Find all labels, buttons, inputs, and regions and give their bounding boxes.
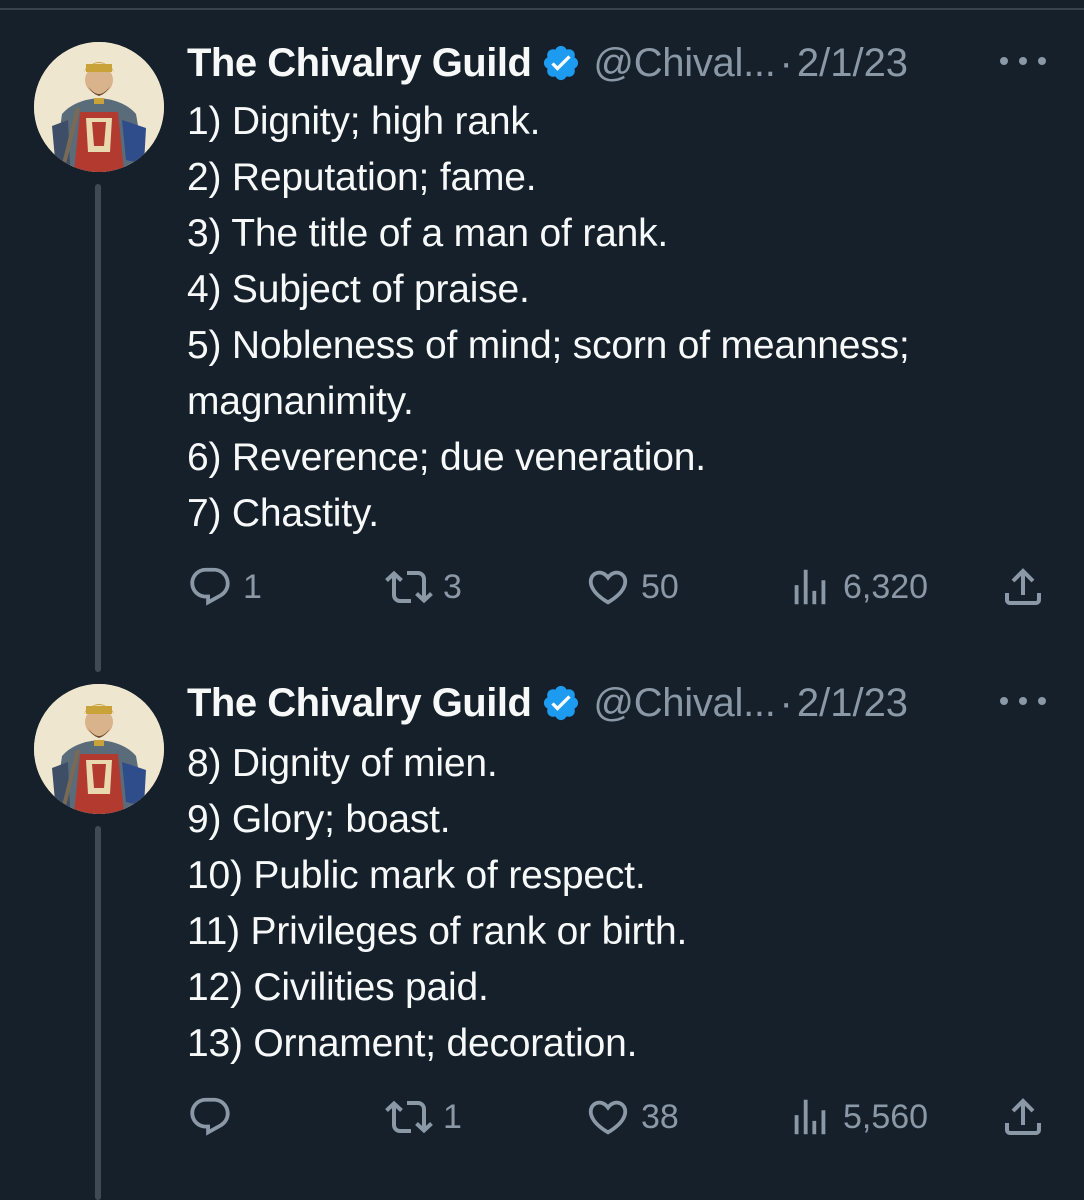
heart-icon [588, 570, 628, 605]
reply-count: 1 [243, 567, 262, 606]
retweet-icon [385, 570, 433, 604]
tweet-line: 12) Civilities paid. [187, 966, 489, 1009]
handle[interactable]: @Chival... [593, 41, 775, 86]
tweet-line: magnanimity. [187, 380, 414, 423]
tweet-line: 8) Dignity of mien. [187, 742, 498, 785]
like-count: 50 [641, 567, 679, 606]
tweet-date[interactable]: 2/1/23 [797, 681, 908, 726]
more-horizontal-icon[interactable] [1000, 686, 1046, 716]
tweet-header: The Chivalry Guild @Chival... · 2/1/23 [187, 38, 908, 88]
tweet-line: 5) Nobleness of mind; scorn of meanness; [187, 324, 910, 367]
share-button[interactable] [999, 562, 1047, 612]
reply-icon [190, 1097, 230, 1136]
tweet-line: 13) Ornament; decoration. [187, 1022, 638, 1065]
tweet-date[interactable]: 2/1/23 [797, 41, 908, 86]
verified-badge-icon [541, 43, 581, 83]
heart-icon [588, 1100, 628, 1135]
tweet-text: 1) Dignity; high rank. 2) Reputation; fa… [187, 94, 1047, 542]
action-bar: 1 38 5,560 [187, 1092, 1057, 1142]
tweet-line: 9) Glory; boast. [187, 798, 451, 841]
views-button[interactable]: 5,560 [787, 1092, 928, 1142]
separator-dot: · [779, 40, 793, 85]
views-button[interactable]: 6,320 [787, 562, 928, 612]
action-bar: 1 3 50 6,320 [187, 562, 1057, 612]
avatar[interactable] [34, 42, 164, 172]
handle[interactable]: @Chival... [593, 681, 775, 726]
tweet-line: 10) Public mark of respect. [187, 854, 646, 897]
tweet-line: 6) Reverence; due veneration. [187, 436, 706, 479]
retweet-icon [385, 1100, 433, 1134]
tweet-line: 2) Reputation; fame. [187, 156, 537, 199]
views-count: 6,320 [843, 567, 929, 606]
display-name[interactable]: The Chivalry Guild [187, 41, 532, 86]
reply-button[interactable]: 1 [187, 562, 262, 612]
share-icon [1005, 1098, 1041, 1135]
like-count: 38 [641, 1097, 679, 1136]
like-button[interactable]: 50 [585, 562, 679, 612]
avatar-knight-illustration [34, 684, 164, 814]
share-icon [1005, 568, 1041, 605]
tweet-line: 11) Privileges of rank or birth. [187, 910, 688, 953]
tweet-line: 4) Subject of praise. [187, 268, 530, 311]
thread-line [95, 184, 101, 672]
tweet[interactable]: The Chivalry Guild @Chival... · 2/1/23 8… [0, 640, 1084, 1200]
retweet-button[interactable]: 3 [385, 562, 462, 612]
avatar-knight-illustration [34, 42, 164, 172]
retweet-button[interactable]: 1 [385, 1092, 462, 1142]
like-button[interactable]: 38 [585, 1092, 679, 1142]
verified-badge-icon [541, 683, 581, 723]
tweet-line: 1) Dignity; high rank. [187, 100, 541, 143]
tweet-header: The Chivalry Guild @Chival... · 2/1/23 [187, 678, 908, 728]
reply-button[interactable] [187, 1092, 243, 1142]
display-name[interactable]: The Chivalry Guild [187, 681, 532, 726]
avatar[interactable] [34, 684, 164, 814]
tweet-line: 7) Chastity. [187, 492, 379, 535]
tweet-text: 8) Dignity of mien. 9) Glory; boast. 10)… [187, 736, 1047, 1072]
tweet-line: 3) The title of a man of rank. [187, 212, 669, 255]
views-bar-chart-icon [794, 1099, 826, 1135]
retweet-count: 3 [443, 567, 462, 606]
retweet-count: 1 [443, 1097, 462, 1136]
more-horizontal-icon[interactable] [1000, 46, 1046, 76]
tweet[interactable]: The Chivalry Guild @Chival... · 2/1/23 1… [0, 0, 1084, 672]
reply-icon [190, 567, 230, 606]
share-button[interactable] [999, 1092, 1047, 1142]
thread-line [95, 826, 101, 1200]
views-count: 5,560 [843, 1097, 929, 1136]
views-bar-chart-icon [794, 569, 826, 605]
separator-dot: · [779, 680, 793, 725]
